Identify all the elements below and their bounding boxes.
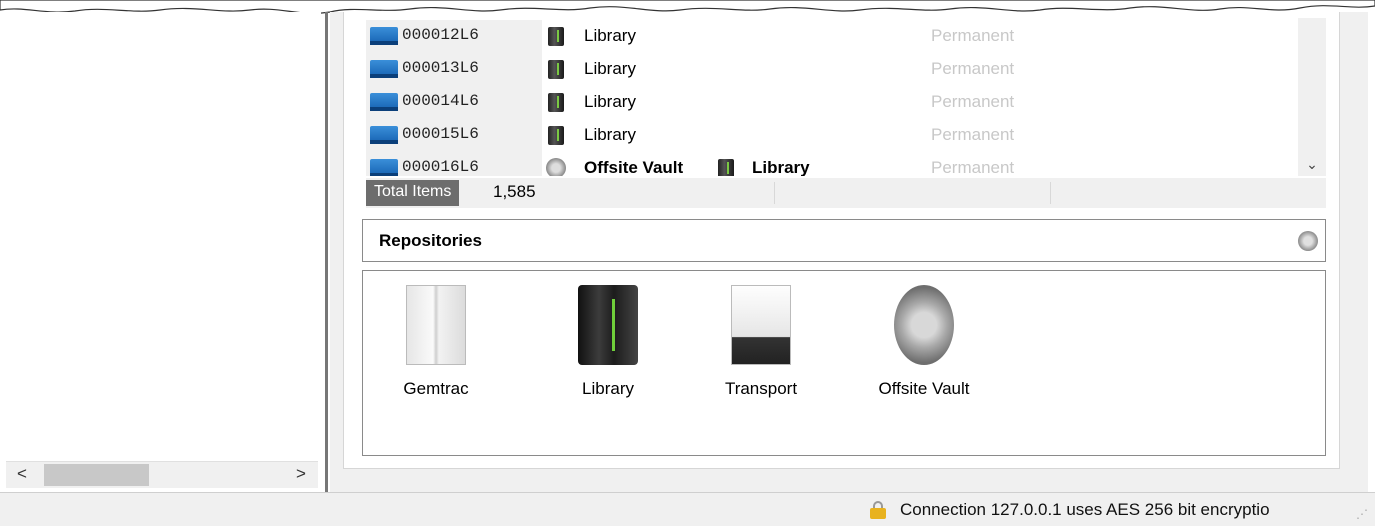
repositories-title: Repositories (379, 231, 482, 250)
scroll-right-arrow-icon[interactable]: > (291, 464, 311, 484)
vault-icon (894, 285, 954, 365)
repository-offsite-vault[interactable]: Offsite Vault (859, 279, 989, 409)
transport-truck-icon (731, 285, 791, 365)
window-status-bar: Connection 127.0.0.1 uses AES 256 bit en… (0, 492, 1375, 526)
pane-splitter[interactable] (325, 12, 328, 492)
tape-library-icon (578, 285, 638, 365)
library-icon (718, 159, 734, 176)
repository-label: Offsite Vault (878, 379, 970, 398)
retention-label: Permanent (931, 158, 1015, 176)
next-location-label: Library (752, 158, 810, 176)
tape-icon (370, 159, 398, 176)
media-list-vertical-scrollbar[interactable]: ⌄ (1298, 18, 1326, 176)
location-label: Offsite Vault (584, 158, 684, 176)
summary-divider (774, 182, 775, 204)
tape-icon (370, 27, 398, 45)
repositories-header: Repositories (362, 219, 1326, 262)
retention-label: Permanent (931, 26, 1015, 45)
connection-status-text: Connection 127.0.0.1 uses AES 256 bit en… (900, 500, 1270, 519)
scroll-left-arrow-icon[interactable]: < (12, 464, 32, 484)
gemtrac-cabinet-icon (406, 285, 466, 365)
resize-grip-icon[interactable]: ⋰ (1356, 507, 1368, 521)
table-row[interactable]: 000015L6 Library Permanent (366, 119, 1296, 152)
scroll-down-chevron-icon[interactable]: ⌄ (1298, 156, 1326, 173)
library-icon (548, 60, 564, 79)
library-icon (548, 27, 564, 46)
media-id: 000015L6 (402, 125, 479, 143)
left-tree-pane (6, 12, 321, 492)
lock-icon (870, 501, 886, 519)
vault-icon[interactable] (1298, 231, 1318, 251)
media-id: 000014L6 (402, 92, 479, 110)
table-row[interactable]: 000012L6 Library Permanent (366, 20, 1296, 53)
list-summary-bar: Total Items 1,585 (366, 178, 1326, 208)
retention-label: Permanent (931, 125, 1015, 144)
media-id: 000016L6 (402, 158, 479, 176)
vault-icon (546, 158, 566, 176)
retention-label: Permanent (931, 92, 1015, 111)
repositories-panel: Gemtrac Library Transport Offsite Vault (362, 270, 1326, 456)
location-label: Library (584, 125, 636, 144)
location-label: Library (584, 59, 636, 78)
repository-library[interactable]: Library (543, 279, 673, 409)
library-icon (548, 126, 564, 145)
table-row[interactable]: 000013L6 Library Permanent (366, 53, 1296, 86)
table-row[interactable]: 000014L6 Library Permanent (366, 86, 1296, 119)
location-label: Library (584, 26, 636, 45)
media-list[interactable]: 000012L6 Library Permanent 000013L6 Libr… (366, 18, 1326, 176)
repository-gemtrac[interactable]: Gemtrac (371, 279, 501, 409)
tape-icon (370, 126, 398, 144)
tape-icon (370, 60, 398, 78)
total-items-value: 1,585 (493, 182, 536, 201)
repository-label: Gemtrac (403, 379, 469, 398)
left-horizontal-scrollbar[interactable]: < > (6, 461, 318, 488)
media-id: 000012L6 (402, 26, 479, 44)
table-row[interactable]: 000016L6 Offsite Vault Library Permanent (366, 152, 1296, 176)
repository-transport[interactable]: Transport (696, 279, 826, 409)
library-icon (548, 93, 564, 112)
repository-label: Transport (724, 379, 798, 398)
location-label: Library (584, 92, 636, 111)
total-items-label: Total Items (366, 180, 460, 206)
scrollbar-thumb[interactable] (44, 464, 149, 486)
retention-label: Permanent (931, 59, 1015, 78)
tape-icon (370, 93, 398, 111)
repository-label: Library (582, 379, 634, 398)
summary-divider (1050, 182, 1051, 204)
media-id: 000013L6 (402, 59, 479, 77)
